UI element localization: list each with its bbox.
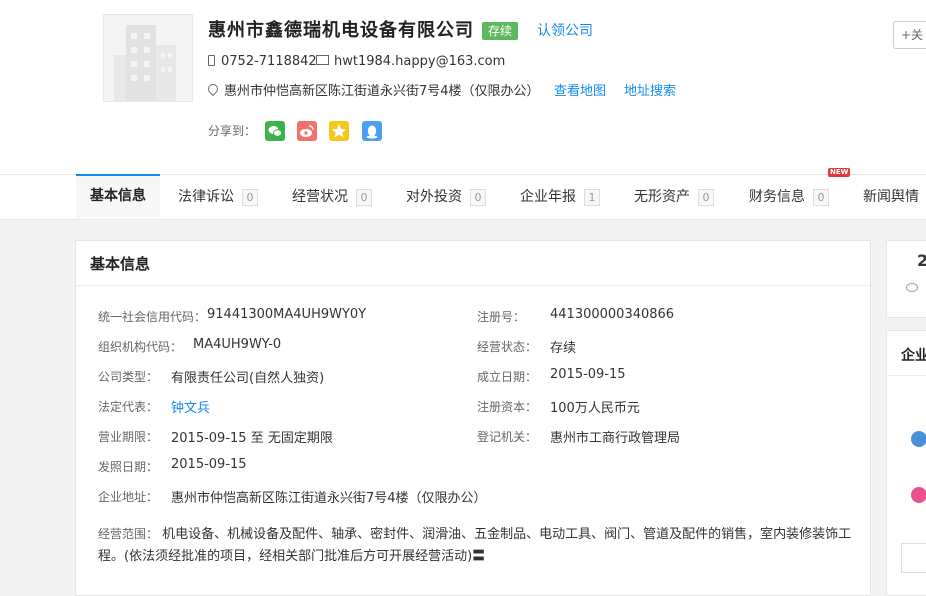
reg-capital-value: 100万人民币元 <box>550 401 640 416</box>
claim-company-link[interactable]: 认领公司 <box>537 20 593 40</box>
founded-date-value: 2015-09-15 <box>550 367 626 382</box>
tab-count: 1 <box>584 188 600 206</box>
phone-number: 0752-7118842 <box>221 54 317 69</box>
building-icon <box>114 25 176 101</box>
tab-label: 新闻舆情 <box>863 189 919 205</box>
business-scope-label: 经营范围： <box>98 527 159 541</box>
tab-basic-info[interactable]: 基本信息 <box>76 174 160 218</box>
avatar[interactable] <box>911 487 926 503</box>
eye-icon <box>906 283 918 292</box>
email-address: hwt1984.happy@163.com <box>334 54 506 69</box>
view-map-link[interactable]: 查看地图 <box>554 80 606 99</box>
divider <box>887 375 926 376</box>
status-badge: 存续 <box>482 22 519 40</box>
address-info: 惠州市仲恺高新区陈江街道永兴街7号4楼（仅限办公） <box>205 80 540 99</box>
phone-icon <box>208 55 215 66</box>
tab-count: 0 <box>242 188 258 206</box>
tab-count: 0 <box>470 188 486 206</box>
follow-button[interactable]: +关 <box>893 21 926 49</box>
issue-date-value: 2015-09-15 <box>171 457 247 472</box>
tab-label: 基本信息 <box>90 188 146 204</box>
phone-info: 0752-7118842 <box>208 54 317 69</box>
founded-date-label: 成立日期： <box>477 370 538 384</box>
basic-info-panel: 基本信息 统一社会信用代码： 91441300MA4UH9WY0Y 注册号： 4… <box>75 240 871 596</box>
tab-label: 企业年报 <box>520 189 576 205</box>
company-header: 惠州市鑫德瑞机电设备有限公司 存续 认领公司 +关 0752-7118842 h… <box>0 0 926 174</box>
business-scope: 经营范围： 机电设备、机械设备及配件、轴承、密封件、润滑油、五金制品、电动工具、… <box>98 523 858 568</box>
company-address: 惠州市仲恺高新区陈江街道永兴街7号4楼（仅限办公） <box>224 84 540 99</box>
qzone-icon[interactable] <box>329 121 349 141</box>
panel-title: 基本信息 <box>90 255 151 273</box>
side-panel-title: 企业 <box>901 348 926 364</box>
email-info: hwt1984.happy@163.com <box>316 54 505 69</box>
reg-number-value: 441300000340866 <box>550 307 675 322</box>
credit-code-label: 统一社会信用代码： <box>98 310 207 324</box>
company-type-label: 公司类型： <box>98 370 159 384</box>
tab-label: 经营状况 <box>292 189 348 205</box>
company-type-value: 有限责任公司(自然人独资) <box>171 371 325 386</box>
company-name: 惠州市鑫德瑞机电设备有限公司 <box>208 20 474 41</box>
weibo-icon[interactable] <box>297 121 317 141</box>
tab-intangible-assets[interactable]: 无形资产 0 <box>634 175 714 219</box>
tab-count: 0 <box>698 188 714 206</box>
tab-label: 无形资产 <box>634 189 690 205</box>
location-pin-icon <box>205 81 221 97</box>
company-address-value: 惠州市仲恺高新区陈江街道永兴街7号4楼（仅限办公） <box>171 491 487 506</box>
tab-count: 0 <box>356 188 372 206</box>
tab-label: 法律诉讼 <box>178 189 234 205</box>
business-status-label: 经营状态： <box>477 340 538 354</box>
divider <box>76 285 870 286</box>
tab-investment[interactable]: 对外投资 0 <box>406 175 486 219</box>
company-address-label: 企业地址： <box>98 490 159 504</box>
side-stat-number: 2 <box>917 251 926 270</box>
company-logo <box>103 14 193 102</box>
org-code-value: MA4UH9WY-0 <box>193 337 282 352</box>
credit-code-value: 91441300MA4UH9WY0Y <box>207 307 367 322</box>
tab-label: 对外投资 <box>406 189 462 205</box>
tab-news[interactable]: 新闻舆情 <box>863 175 919 219</box>
share-label: 分享到： <box>208 124 257 138</box>
tab-financial[interactable]: 财务信息 0 <box>749 175 829 219</box>
issue-date-label: 发照日期： <box>98 460 159 474</box>
business-term-label: 营业期限： <box>98 430 159 444</box>
org-code-label: 组织机构代码： <box>98 340 183 354</box>
mail-icon <box>316 55 329 65</box>
business-scope-value: 机电设备、机械设备及配件、轴承、密封件、润滑油、五金制品、电动工具、阀门、管道及… <box>98 527 852 564</box>
tab-bar: 基本信息 法律诉讼 0 经营状况 0 对外投资 0 企业年报 1 无形资产 0 财务信息 0… <box>0 174 926 220</box>
tab-label: 财务信息 <box>749 189 805 205</box>
address-search-link[interactable]: 地址搜索 <box>624 80 676 99</box>
new-badge: NEW <box>828 168 851 177</box>
business-term-value: 2015-09-15 至 无固定期限 <box>171 431 333 446</box>
legal-rep-label: 法定代表： <box>98 400 159 414</box>
business-status-value: 存续 <box>550 341 577 356</box>
wechat-icon[interactable] <box>265 121 285 141</box>
tab-count: 0 <box>813 188 829 206</box>
tab-legal[interactable]: 法律诉讼 0 <box>178 175 258 219</box>
qq-icon[interactable] <box>362 121 382 141</box>
side-stat-panel: 2 <box>886 240 926 318</box>
reg-number-label: 注册号： <box>477 310 526 324</box>
tab-annual-report[interactable]: 企业年报 1 <box>520 175 600 219</box>
tab-operation[interactable]: 经营状况 0 <box>292 175 372 219</box>
avatar[interactable] <box>911 431 926 447</box>
side-input-box[interactable] <box>901 543 926 573</box>
reg-authority-value: 惠州市工商行政管理局 <box>550 431 681 446</box>
side-company-panel: 企业 <box>886 330 926 596</box>
reg-capital-label: 注册资本： <box>477 400 538 414</box>
reg-authority-label: 登记机关： <box>477 430 538 444</box>
legal-rep-link[interactable]: 钟文兵 <box>171 397 210 416</box>
